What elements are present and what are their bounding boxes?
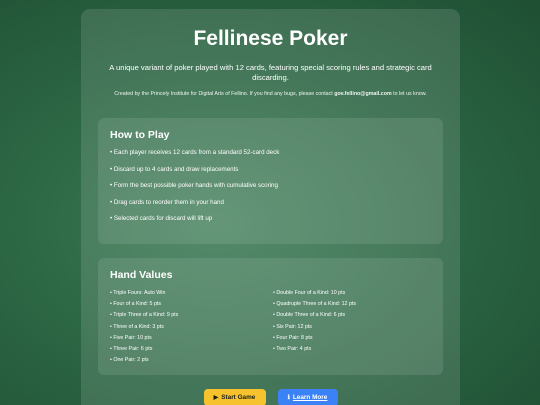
hand-value-item: • Quadruple Three of a Kind: 12 pts (273, 301, 357, 308)
learn-more-label: Learn More (292, 394, 328, 401)
hand-value-item: • Four Pair: 8 pts (273, 334, 313, 341)
hand-values-left-column: • Triple Fours: Auto Win • Four of a Kin… (110, 290, 273, 368)
info-icon: ℹ (287, 395, 290, 401)
hand-value-item: • One Pair: 2 pts (110, 357, 149, 364)
hand-values-heading: Hand Values (110, 269, 173, 281)
how-to-play-list: • Each player receives 12 cards from a s… (110, 149, 431, 223)
hand-value-item: • Six Pair: 12 pts (273, 323, 312, 330)
credits-prefix: Created by the Princely Institute for Di… (114, 91, 335, 97)
contact-email: gov.fellino@gmail.com (334, 91, 392, 97)
intro-card: Fellinese Poker A unique variant of poke… (81, 9, 460, 405)
start-game-button[interactable]: ▶ Start Game (203, 389, 266, 405)
hand-values-right-column: • Double Four of a Kind: 10 pts • Quadru… (273, 290, 436, 368)
hand-value-item: • Four of a Kind: 5 pts (110, 301, 162, 308)
rule-item: • Drag cards to reorder them in your han… (110, 198, 224, 206)
how-to-play-heading: How to Play (110, 129, 170, 141)
credits-text: Created by the Princely Institute for Di… (108, 91, 433, 99)
hand-value-item: • Three of a Kind: 3 pts (110, 323, 164, 330)
rule-item: • Form the best possible poker hands wit… (110, 182, 278, 189)
hand-values-panel: Hand Values • Triple Fours: Auto Win • F… (98, 258, 443, 375)
hand-value-item: • Five Pair: 10 pts (110, 334, 152, 341)
how-to-play-panel: How to Play • Each player receives 12 ca… (98, 118, 443, 244)
rule-item: • Selected cards for discard will lift u… (110, 215, 213, 222)
action-buttons: ▶ Start Game ℹ Learn More (81, 389, 460, 405)
hand-values-grid: • Triple Fours: Auto Win • Four of a Kin… (110, 290, 431, 368)
hand-value-item: • Triple Three of a Kind: 9 pts (110, 312, 179, 319)
game-subtitle: A unique variant of poker played with 12… (109, 63, 432, 82)
rule-item: • Each player receives 12 cards from a s… (110, 149, 280, 156)
hand-value-item: • Two Pair: 4 pts (273, 345, 312, 352)
hand-value-item: • Double Four of a Kind: 10 pts (273, 290, 346, 296)
learn-more-button[interactable]: ℹ Learn More (277, 389, 338, 405)
hand-value-item: • Triple Fours: Auto Win (110, 290, 166, 296)
play-icon: ▶ (213, 395, 219, 401)
credits-suffix: to let us know. (391, 91, 427, 97)
rule-item: • Discard up to 4 cards and draw replace… (110, 165, 239, 173)
hand-value-item: • Double Three of a Kind: 6 pts (273, 312, 346, 319)
start-game-label: Start Game (221, 394, 256, 401)
game-title: Fellinese Poker (193, 27, 348, 50)
hand-value-item: • Three Pair: 6 pts (110, 345, 153, 352)
